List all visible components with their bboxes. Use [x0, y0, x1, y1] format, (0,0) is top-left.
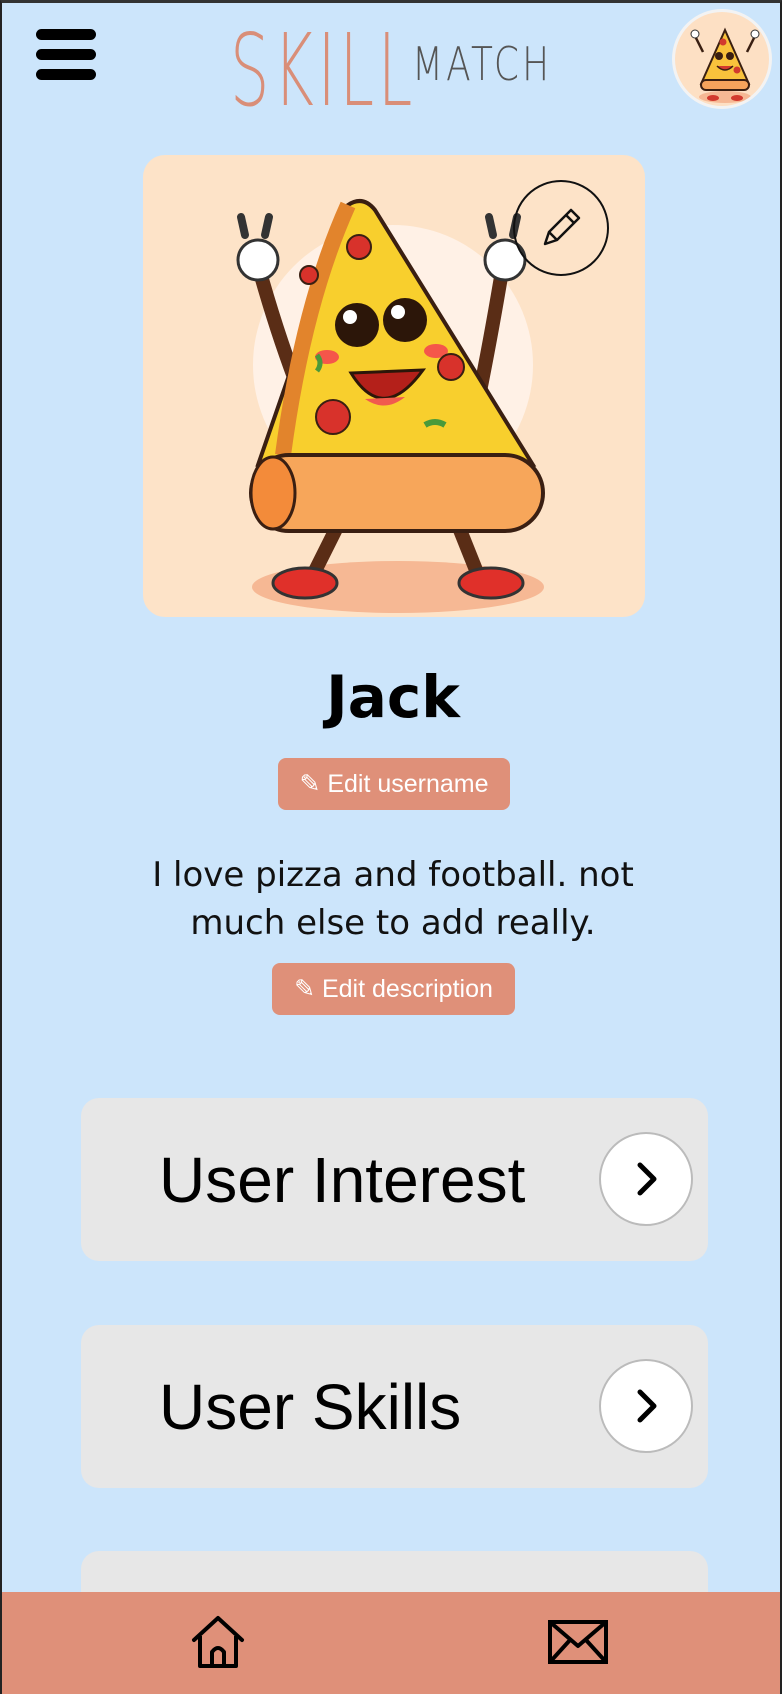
- app-header: SKILL MATCH: [2, 3, 780, 133]
- profile-picture[interactable]: [143, 155, 645, 617]
- chevron-right-icon[interactable]: [599, 1132, 693, 1226]
- chevron-right-icon[interactable]: [599, 1359, 693, 1453]
- user-interest-label: User Interest: [159, 1144, 526, 1216]
- mail-icon[interactable]: [546, 1614, 610, 1672]
- logo-match-text: MATCH: [412, 37, 553, 91]
- hamburger-menu-icon[interactable]: [36, 29, 96, 85]
- logo-skill-text: SKILL: [230, 12, 416, 129]
- user-skills-label: User Skills: [159, 1371, 462, 1443]
- pizza-avatar-icon: [690, 27, 760, 103]
- bottom-navigation: [2, 1592, 780, 1694]
- pencil-icon: [543, 208, 581, 246]
- user-skills-card[interactable]: User Skills: [81, 1325, 708, 1488]
- user-interest-card[interactable]: User Interest: [81, 1098, 708, 1261]
- username-heading: Jack: [326, 663, 460, 731]
- user-description: I love pizza and football. not much else…: [152, 855, 634, 943]
- home-icon[interactable]: [188, 1612, 248, 1672]
- app-logo: SKILL MATCH: [230, 11, 592, 121]
- edit-picture-button[interactable]: [513, 180, 609, 276]
- user-avatar[interactable]: [672, 9, 772, 109]
- edit-description-button[interactable]: ✎ Edit description: [272, 963, 515, 1015]
- edit-username-button[interactable]: ✎ Edit username: [278, 758, 510, 810]
